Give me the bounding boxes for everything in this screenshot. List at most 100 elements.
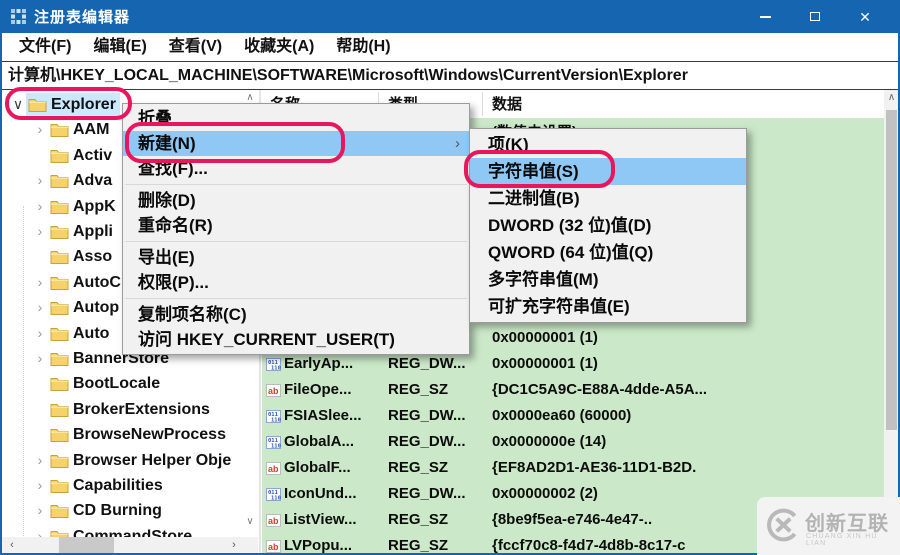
menubar-item[interactable]: 帮助(H) <box>325 33 401 61</box>
tree-item[interactable]: BootLocale <box>2 371 258 396</box>
menubar-item[interactable]: 文件(F) <box>8 33 82 61</box>
submenu-item[interactable]: 多字符串值(M) <box>470 266 746 293</box>
tree-item[interactable]: BrokerExtensions <box>2 397 258 422</box>
menu-item[interactable]: 删除(D) <box>123 188 469 213</box>
tree-item[interactable]: › Capabilities <box>2 473 258 498</box>
value-type: REG_DW... <box>388 485 466 502</box>
submenu-item[interactable]: 可扩充字符串值(E) <box>470 293 746 320</box>
tree-scroll-down-icon[interactable]: ∨ <box>243 516 257 527</box>
chevron-down-icon[interactable]: ∨ <box>10 92 26 117</box>
tree-item-label: Auto <box>73 324 110 342</box>
submenu-item[interactable]: 字符串值(S) <box>470 158 746 185</box>
menu-item-label: 查找(F)... <box>138 159 208 178</box>
minimize-button[interactable] <box>740 0 790 33</box>
tree-item[interactable]: BrowseNewProcess <box>2 422 258 447</box>
folder-icon <box>50 402 69 417</box>
tree-item-label: BrowseNewProcess <box>73 425 226 443</box>
folder-icon <box>50 351 69 366</box>
tree-scroll-up-icon[interactable]: ∧ <box>243 92 257 103</box>
registry-value-row[interactable]: 011 110 FSIASlee... REG_DW... 0x0000ea60 (60… <box>262 404 884 430</box>
tree-item[interactable]: › CommandStore <box>2 524 258 537</box>
submenu-item[interactable]: 二进制值(B) <box>470 185 746 212</box>
submenu-item[interactable]: QWORD (64 位)值(Q) <box>470 239 746 266</box>
submenu-item[interactable]: DWORD (32 位)值(D) <box>470 212 746 239</box>
registry-value-row[interactable]: 011 110 EarlyAp... REG_DW... 0x00000001 (1) <box>262 352 884 378</box>
watermark-logo-icon <box>767 508 797 542</box>
menu-separator <box>123 295 469 302</box>
menu-item-label: 访问 HKEY_CURRENT_USER(T) <box>138 330 395 349</box>
menu-item[interactable]: 访问 HKEY_CURRENT_USER(T) <box>123 327 469 352</box>
value-name: GlobalF... <box>284 459 351 476</box>
tree-item-label: Activ <box>73 146 113 164</box>
value-name: IconUnd... <box>284 485 357 502</box>
folder-icon <box>50 122 69 137</box>
svg-text:110: 110 <box>271 444 281 450</box>
column-separator[interactable] <box>482 92 483 116</box>
tree-item-row: AutoC <box>48 271 125 295</box>
chevron-right-icon[interactable]: › <box>32 270 48 295</box>
list-vertical-scrollbar[interactable]: ∧ <box>884 90 899 553</box>
submenu-item-label: 二进制值(B) <box>488 189 580 208</box>
chevron-right-icon[interactable]: › <box>32 346 48 371</box>
chevron-right-icon[interactable]: › <box>32 168 48 193</box>
tree-item-row: Capabilities <box>48 474 167 498</box>
chevron-right-icon[interactable]: › <box>32 498 48 523</box>
tree-item-label: Adva <box>73 171 113 189</box>
menu-item-label: 重命名(R) <box>138 216 213 235</box>
column-header-data[interactable]: 数据 <box>492 93 522 114</box>
tree-item[interactable]: › Browser Helper Obje <box>2 448 258 473</box>
menu-item[interactable]: 权限(P)... <box>123 270 469 295</box>
svg-text:ab: ab <box>268 386 279 396</box>
horizontal-scroll-thumb[interactable] <box>59 537 114 553</box>
tree-item-label: CommandStore <box>73 527 193 538</box>
menu-bar: 文件(F) 编辑(E) 查看(V) 收藏夹(A) 帮助(H) <box>0 33 900 61</box>
tree-item-row: CommandStore <box>48 525 196 538</box>
chevron-right-icon[interactable]: › <box>32 473 48 498</box>
value-data: {DC1C5A9C-E88A-4dde-A5A... <box>492 381 708 398</box>
menu-item[interactable]: 重命名(R) <box>123 213 469 238</box>
value-name: FileOpe... <box>284 381 352 398</box>
svg-text:ab: ab <box>268 542 279 552</box>
folder-icon <box>50 249 69 264</box>
scroll-left-icon[interactable]: ‹ <box>4 537 20 553</box>
scroll-up-icon[interactable]: ∧ <box>884 92 899 103</box>
menubar-item[interactable]: 编辑(E) <box>82 33 157 61</box>
context-menu: 折叠 新建(N) › 查找(F)... 删除(D) 重命名(R) 导出(E) 权限(P)...… <box>122 103 470 355</box>
value-type: REG_SZ <box>388 511 449 528</box>
chevron-right-icon[interactable]: › <box>32 295 48 320</box>
menu-item[interactable]: 折叠 <box>123 106 469 131</box>
menubar-item[interactable]: 查看(V) <box>158 33 233 61</box>
close-button[interactable]: ✕ <box>840 0 890 33</box>
menu-item[interactable]: 复制项名称(C) <box>123 302 469 327</box>
scroll-right-icon[interactable]: › <box>226 537 242 553</box>
chevron-right-icon[interactable]: › <box>32 117 48 142</box>
value-type: REG_SZ <box>388 537 449 554</box>
submenu-item-label: 项(K) <box>488 135 529 154</box>
folder-icon <box>28 97 47 112</box>
window-border <box>0 33 2 555</box>
menu-item[interactable]: 查找(F)... <box>123 156 469 181</box>
chevron-right-icon[interactable]: › <box>32 321 48 346</box>
folder-icon <box>50 275 69 290</box>
vertical-scroll-thumb[interactable] <box>886 110 897 430</box>
address-bar[interactable]: 计算机\HKEY_LOCAL_MACHINE\SOFTWARE\Microsof… <box>0 61 900 90</box>
maximize-button[interactable] <box>790 0 840 33</box>
chevron-right-icon[interactable]: › <box>32 448 48 473</box>
registry-value-row[interactable]: ab GlobalF... REG_SZ {EF8AD2D1-AE36-11D1-B2… <box>262 456 884 482</box>
menu-item[interactable]: 新建(N) › <box>123 131 469 156</box>
chevron-right-icon[interactable]: › <box>32 219 48 244</box>
menubar-item[interactable]: 收藏夹(A) <box>233 33 325 61</box>
value-data: {fccf70c8-f4d7-4d8b-8c17-c <box>492 537 686 554</box>
tree-horizontal-scrollbar[interactable]: ‹ › <box>2 537 258 553</box>
registry-value-row[interactable]: ab FileOpe... REG_SZ {DC1C5A9C-E88A-4dde-A5… <box>262 378 884 404</box>
chevron-right-icon[interactable]: › <box>32 194 48 219</box>
registry-value-row[interactable]: 011 110 GlobalA... REG_DW... 0x0000000e (14) <box>262 430 884 456</box>
value-name: FSIASlee... <box>284 407 362 424</box>
value-data: 0x0000000e (14) <box>492 433 607 450</box>
tree-item[interactable]: › CD Burning <box>2 498 258 523</box>
reg-dword-icon: 011 110 <box>266 358 281 372</box>
chevron-right-icon[interactable]: › <box>32 524 48 537</box>
menu-item[interactable]: 导出(E) <box>123 245 469 270</box>
value-name: ListView... <box>284 511 357 528</box>
submenu-item[interactable]: 项(K) <box>470 131 746 158</box>
